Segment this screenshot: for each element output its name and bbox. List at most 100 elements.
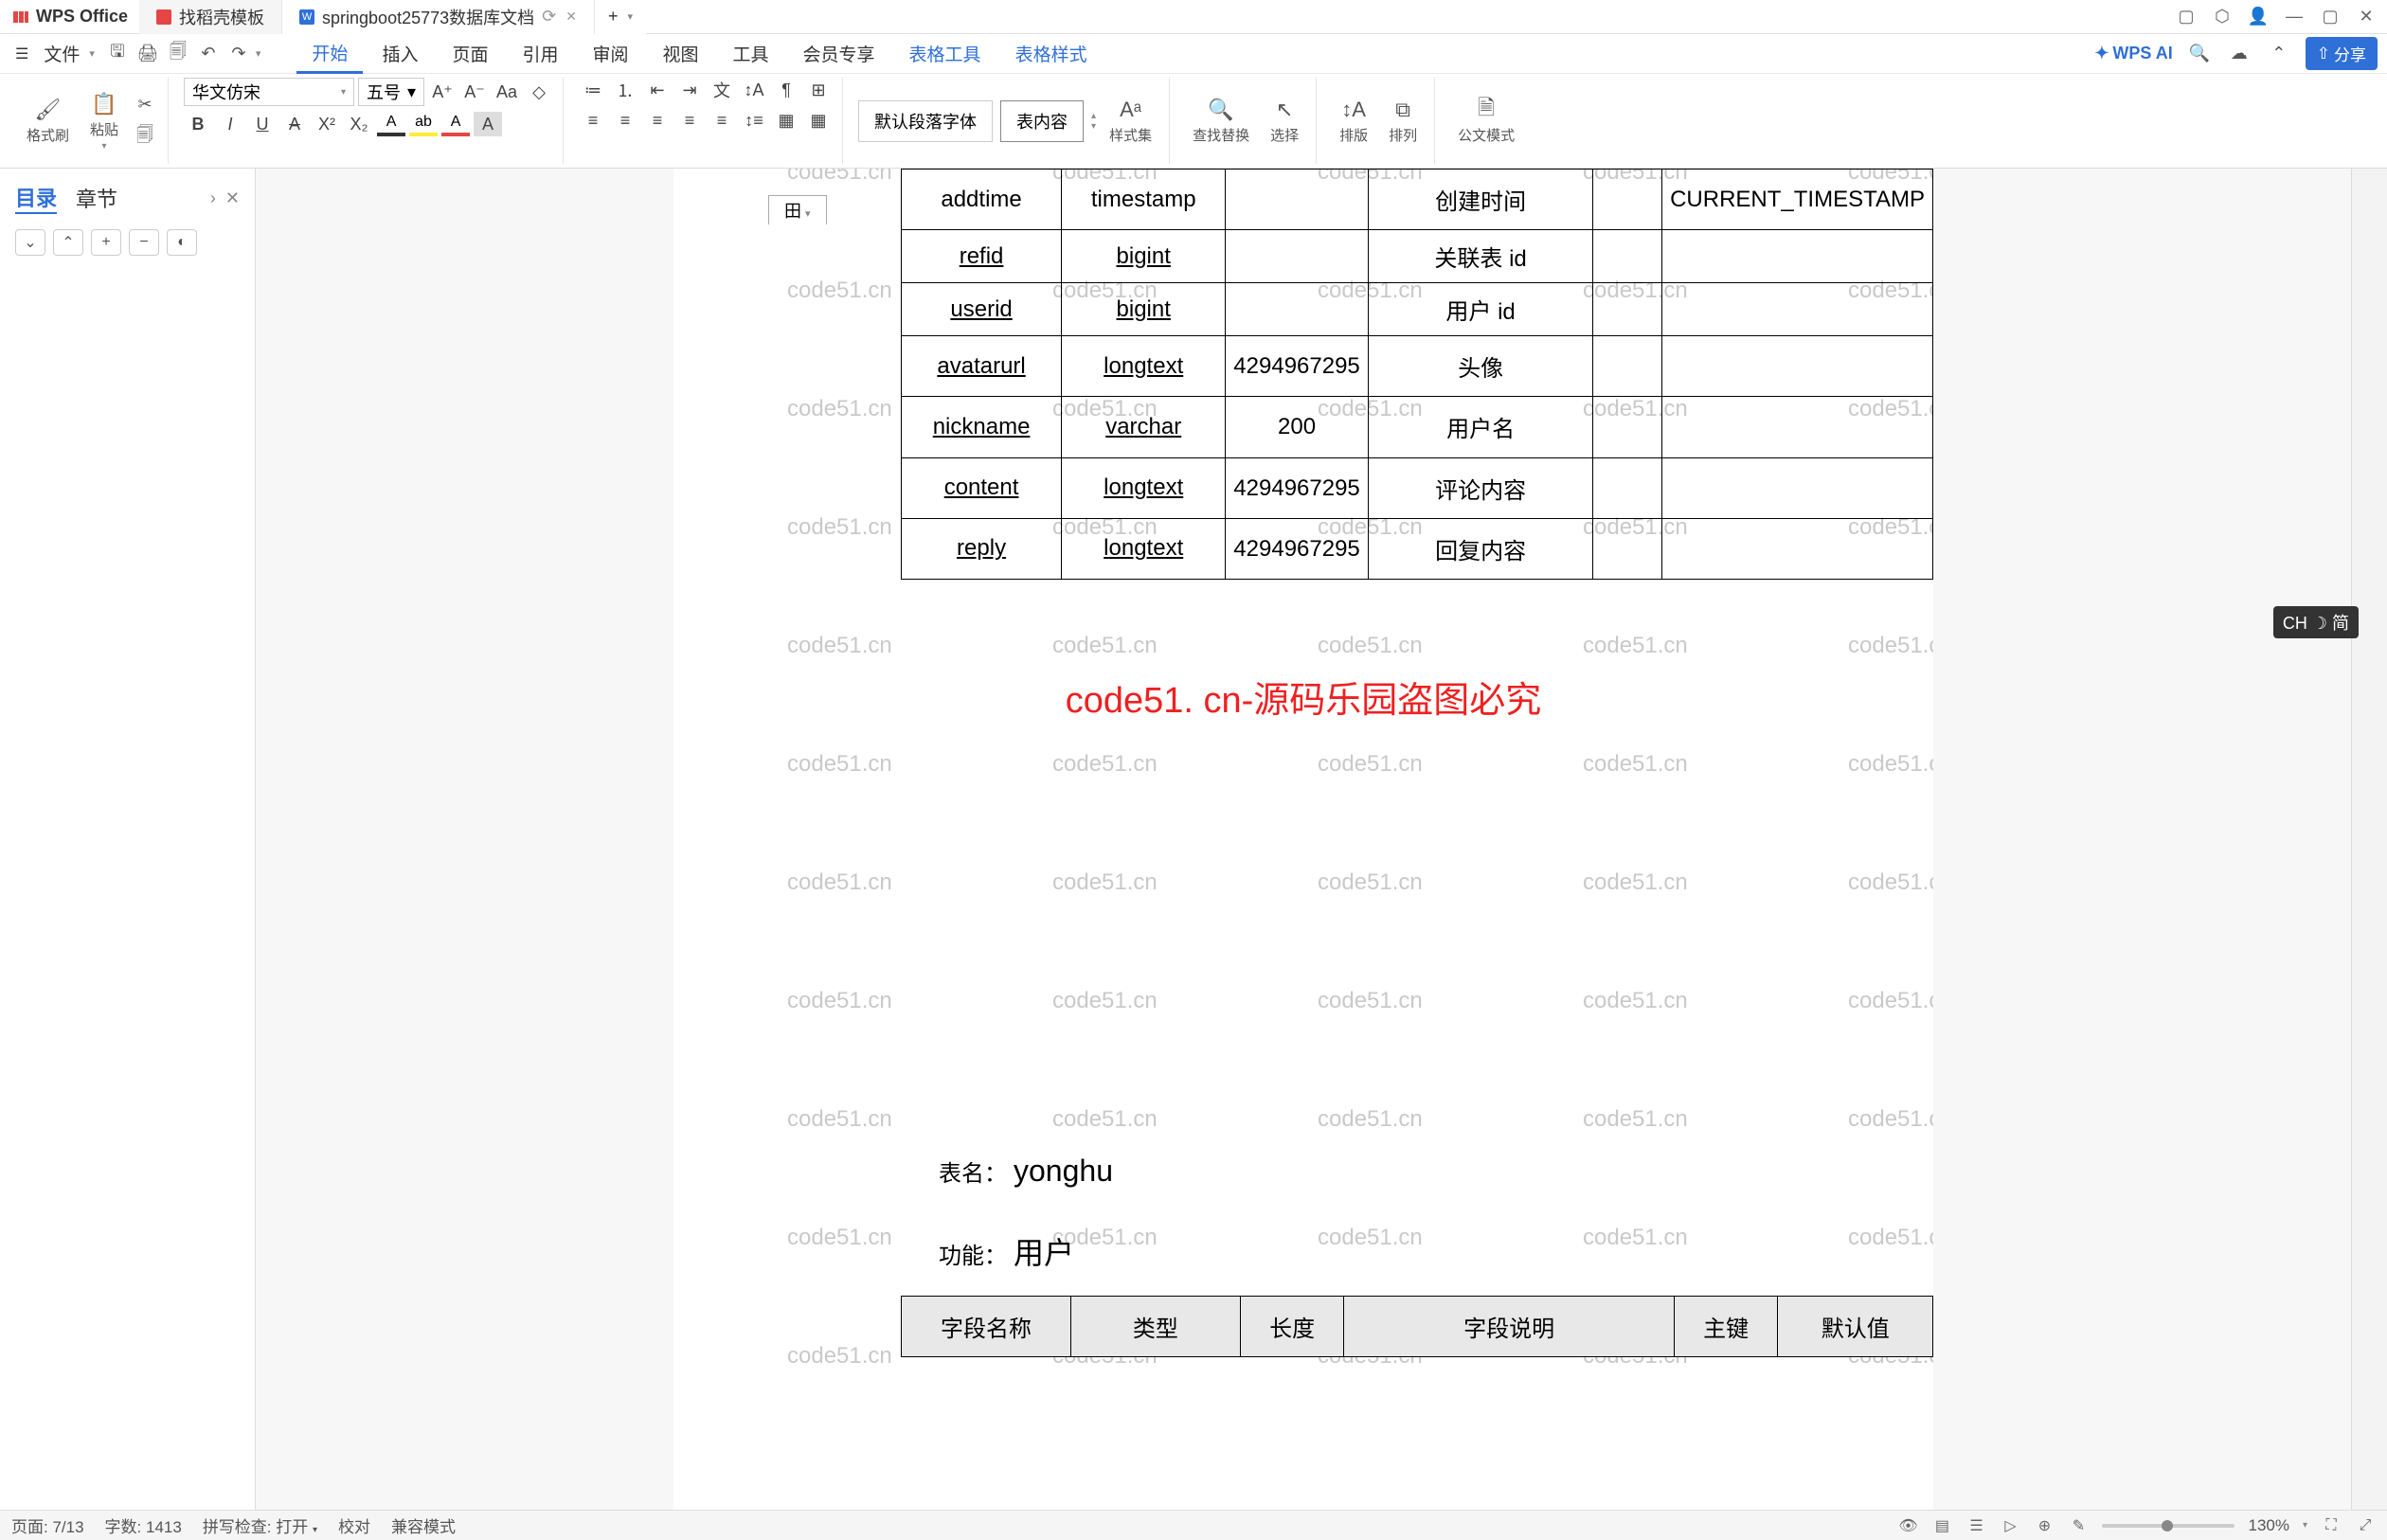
- fullscreen-icon[interactable]: ⤢: [2355, 1515, 2376, 1536]
- maximize-icon[interactable]: ▢: [2321, 8, 2340, 27]
- menu-tools[interactable]: 工具: [718, 34, 784, 74]
- table-cell[interactable]: [1662, 397, 1933, 457]
- format-painter-button[interactable]: 🖌格式刷: [19, 97, 77, 145]
- table-cell[interactable]: 用户名: [1368, 397, 1593, 457]
- grow-font-icon[interactable]: A⁺: [428, 80, 457, 104]
- tab-template[interactable]: 找稻壳模板: [139, 0, 282, 34]
- style-table-content[interactable]: 表内容: [1000, 100, 1084, 142]
- table-cell[interactable]: 200: [1226, 397, 1368, 457]
- toggle-icon[interactable]: ◐: [167, 229, 197, 256]
- font-size-select[interactable]: 五号▾: [358, 78, 424, 106]
- add-icon[interactable]: +: [91, 229, 121, 256]
- arrange-button[interactable]: ⧉排列: [1381, 97, 1425, 145]
- table-cell[interactable]: [1662, 283, 1933, 336]
- fit-icon[interactable]: ⛶: [2321, 1515, 2342, 1536]
- align-center-icon[interactable]: ≡: [611, 108, 639, 133]
- table-cell[interactable]: 用户 id: [1368, 283, 1593, 336]
- document-area[interactable]: code51.cncode51.cncode51.cncode51.cncode…: [256, 169, 2351, 1510]
- table-cell[interactable]: refid: [902, 230, 1062, 283]
- zoom-dd-icon[interactable]: ▾: [2303, 1520, 2307, 1531]
- tab-sync-icon[interactable]: ⟳: [542, 7, 556, 27]
- table-handle[interactable]: 田▾: [768, 195, 827, 224]
- menu-view[interactable]: 视图: [648, 34, 714, 74]
- style-up-icon[interactable]: ▴: [1091, 111, 1096, 121]
- table-cell[interactable]: [1593, 336, 1662, 397]
- styleset-button[interactable]: Aᵃ样式集: [1102, 97, 1159, 145]
- table-cell[interactable]: [1662, 518, 1933, 579]
- shading-icon[interactable]: ▦: [772, 108, 800, 133]
- table-cell[interactable]: [1593, 230, 1662, 283]
- menu-page[interactable]: 页面: [437, 34, 503, 74]
- table-cell[interactable]: [1226, 283, 1368, 336]
- table-cell[interactable]: [1593, 397, 1662, 457]
- table-cell[interactable]: [1593, 518, 1662, 579]
- table-cell[interactable]: 4294967295: [1226, 336, 1368, 397]
- menu-member[interactable]: 会员专享: [788, 34, 890, 74]
- font-color-icon[interactable]: A: [377, 112, 405, 136]
- table-cell[interactable]: nickname: [902, 397, 1062, 457]
- redo-icon[interactable]: ↷: [225, 41, 252, 67]
- table-cell[interactable]: 回复内容: [1368, 518, 1593, 579]
- wps-ai-button[interactable]: ✦WPS AI: [2094, 44, 2172, 63]
- official-mode-button[interactable]: 🗎公文模式: [1450, 97, 1522, 145]
- shrink-font-icon[interactable]: A⁻: [460, 80, 489, 104]
- font-color2-icon[interactable]: A: [441, 112, 470, 136]
- superscript-icon[interactable]: X²: [313, 112, 341, 136]
- table-header-cell[interactable]: 主键: [1674, 1297, 1778, 1357]
- table-cell[interactable]: [1226, 170, 1368, 230]
- paste-button[interactable]: 📋粘贴▾: [82, 91, 126, 152]
- style-down-icon[interactable]: ▾: [1091, 121, 1096, 132]
- sidebar-close-icon[interactable]: ✕: [225, 188, 240, 208]
- status-spell[interactable]: 拼写检查: 打开 ▾: [203, 1513, 317, 1537]
- table-cell[interactable]: 创建时间: [1368, 170, 1593, 230]
- menu-table-tools[interactable]: 表格工具: [894, 34, 996, 74]
- avatar-icon[interactable]: 👤: [2249, 8, 2268, 27]
- table-header-cell[interactable]: 长度: [1240, 1297, 1344, 1357]
- panel-icon[interactable]: ▢: [2177, 8, 2196, 27]
- menu-reference[interactable]: 引用: [507, 34, 573, 74]
- table-cell[interactable]: reply: [902, 518, 1062, 579]
- strike-icon[interactable]: A: [280, 112, 309, 136]
- table-header-cell[interactable]: 字段说明: [1344, 1297, 1674, 1357]
- expand-down-icon[interactable]: ⌄: [15, 229, 45, 256]
- align-dist-icon[interactable]: ≡: [708, 108, 736, 133]
- newtab-dd-icon[interactable]: ▾: [627, 10, 633, 23]
- sidebar-tab-toc[interactable]: 目录: [15, 182, 57, 214]
- sort-para-icon[interactable]: ↕A: [740, 78, 768, 102]
- style-default[interactable]: 默认段落字体: [858, 100, 993, 142]
- share-button[interactable]: ⇧分享: [2306, 37, 2378, 70]
- dec-indent-icon[interactable]: ⇤: [643, 78, 672, 102]
- change-case-icon[interactable]: Aa: [493, 80, 521, 104]
- table-cell[interactable]: bigint: [1062, 283, 1226, 336]
- qat-dd-icon[interactable]: ▾: [256, 47, 261, 60]
- align-right-icon[interactable]: ≡: [643, 108, 672, 133]
- save-icon[interactable]: 🖫: [104, 41, 131, 67]
- print-icon[interactable]: 🖨: [135, 41, 161, 67]
- right-rail[interactable]: [2351, 169, 2387, 1510]
- clear-format-icon[interactable]: ◇: [525, 80, 553, 104]
- table-cell[interactable]: 4294967295: [1226, 518, 1368, 579]
- collapse-ribbon-icon[interactable]: ⌃: [2266, 41, 2292, 67]
- zoom-level[interactable]: 130%: [2248, 1516, 2288, 1535]
- zoom-slider[interactable]: [2102, 1524, 2234, 1528]
- table-cell[interactable]: CURRENT_TIMESTAMP: [1662, 170, 1933, 230]
- inc-indent-icon[interactable]: ⇥: [675, 78, 704, 102]
- globe-icon[interactable]: ⊕: [2034, 1515, 2055, 1536]
- table-cell[interactable]: 4294967295: [1226, 457, 1368, 518]
- status-proof[interactable]: 校对: [338, 1513, 370, 1537]
- status-compat[interactable]: 兼容模式: [391, 1513, 456, 1537]
- bold-icon[interactable]: B: [184, 112, 212, 136]
- table-cell[interactable]: [1593, 170, 1662, 230]
- file-menu[interactable]: 文件: [38, 39, 85, 69]
- number-list-icon[interactable]: ⒈: [611, 78, 639, 102]
- tab-close-icon[interactable]: ✕: [565, 9, 577, 25]
- remove-icon[interactable]: −: [129, 229, 159, 256]
- sidebar-next-icon[interactable]: ›: [210, 188, 216, 208]
- table-header-cell[interactable]: 类型: [1070, 1297, 1240, 1357]
- table-cell[interactable]: [1593, 283, 1662, 336]
- menu-insert[interactable]: 插入: [367, 34, 433, 74]
- menu-start[interactable]: 开始: [296, 34, 363, 74]
- menu-review[interactable]: 审阅: [577, 34, 643, 74]
- align-justify-icon[interactable]: ≡: [675, 108, 704, 133]
- undo-icon[interactable]: ↶: [195, 41, 222, 67]
